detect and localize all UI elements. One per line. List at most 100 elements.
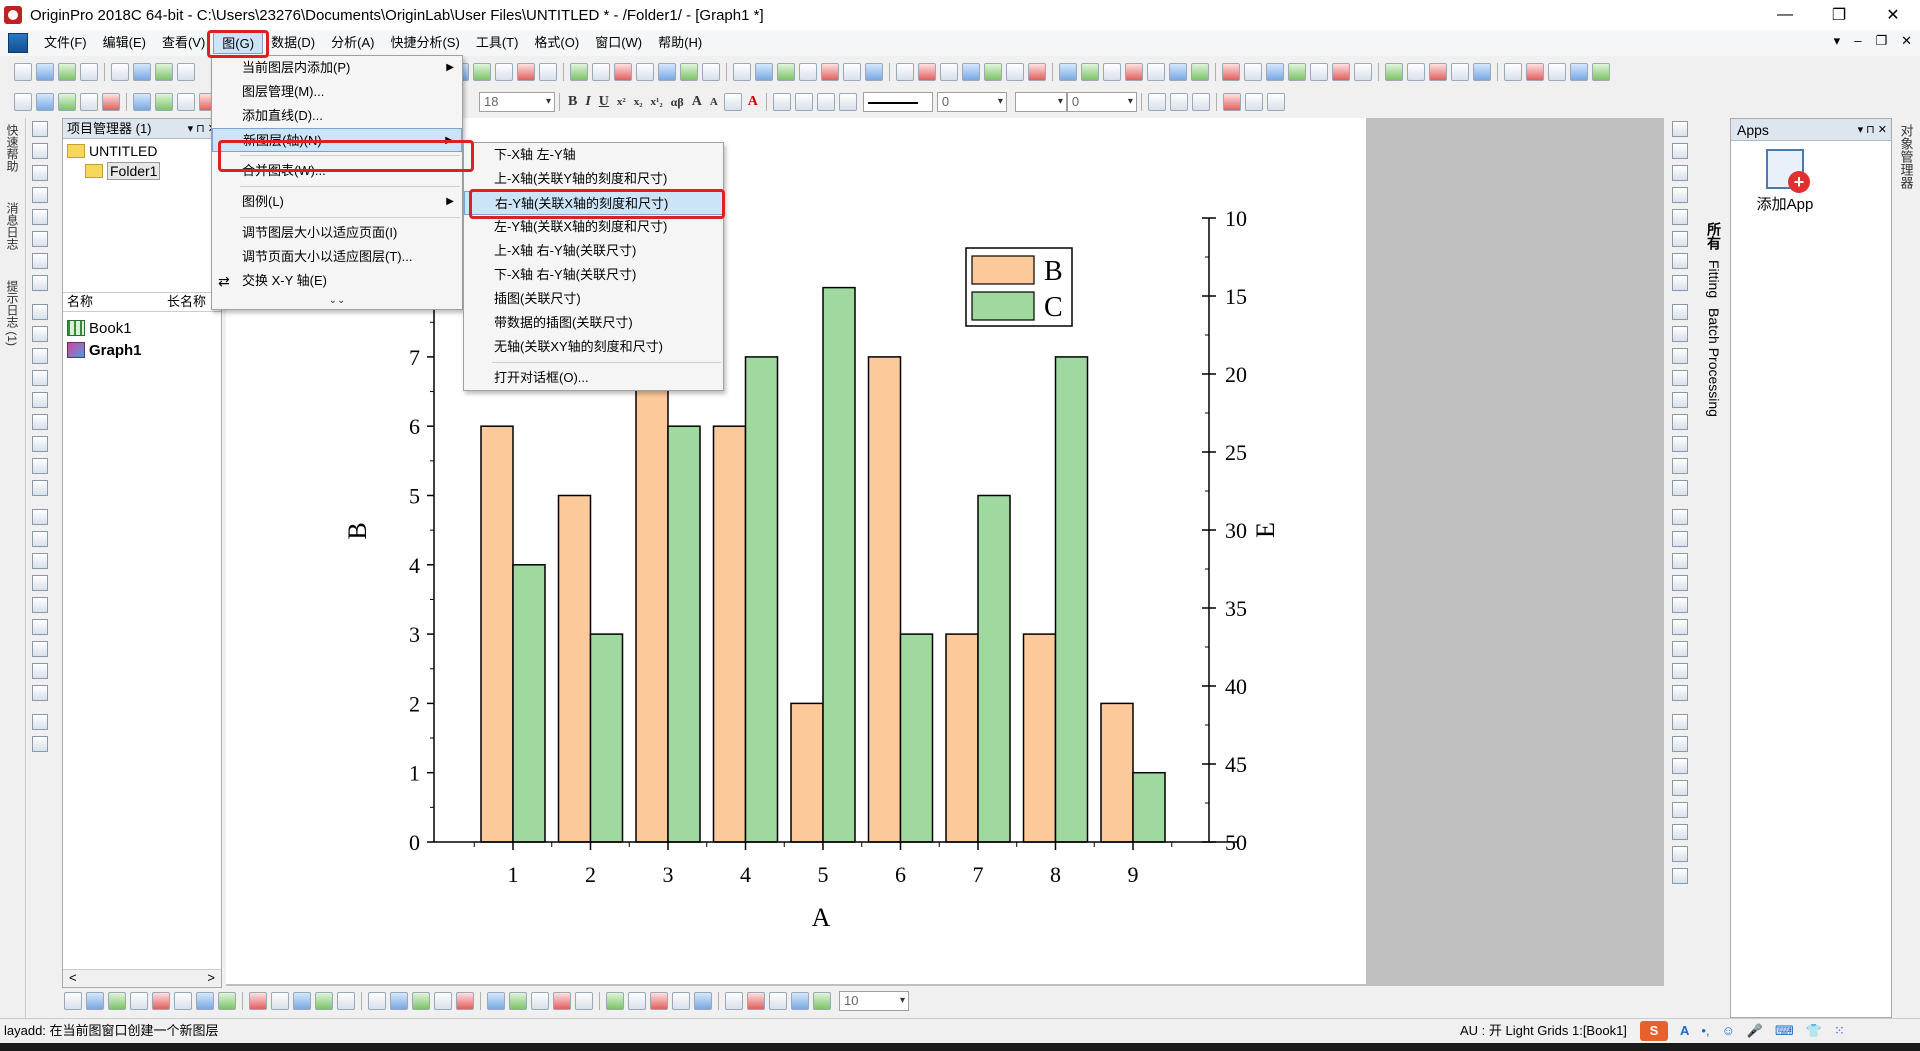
right-tool-icon[interactable]	[1672, 619, 1688, 635]
std2-tool-icon[interactable]	[1526, 63, 1544, 81]
apps-tab-fitting[interactable]: Fitting	[1706, 260, 1722, 298]
right-tool-icon[interactable]	[1672, 165, 1688, 181]
std2-tool-icon[interactable]	[1191, 63, 1209, 81]
std2-tool-icon[interactable]	[570, 63, 588, 81]
std2-tool-icon[interactable]	[1103, 63, 1121, 81]
lock-icon[interactable]	[1266, 93, 1285, 111]
std2-tool-icon[interactable]	[473, 63, 491, 81]
std2-tool-icon[interactable]	[1385, 63, 1403, 81]
std2-tool-icon[interactable]	[733, 63, 751, 81]
right-tool-icon[interactable]	[1672, 187, 1688, 203]
bottom-tool-icon[interactable]	[196, 992, 214, 1010]
file-row-book1[interactable]: Book1	[63, 317, 221, 339]
minimize-button[interactable]: —	[1758, 0, 1812, 30]
right-tool-icon[interactable]	[1672, 414, 1688, 430]
bottom-tool-icon[interactable]	[487, 992, 505, 1010]
left-tool-icon[interactable]	[32, 121, 48, 137]
std2-tool-icon[interactable]	[1266, 63, 1284, 81]
brightness-icon[interactable]	[838, 93, 857, 111]
right-tool-icon[interactable]	[1672, 458, 1688, 474]
bottom-tool-icon[interactable]	[553, 992, 571, 1010]
left-tool-icon[interactable]	[32, 414, 48, 430]
menu-item-8[interactable]: 格式(O)	[526, 32, 587, 54]
column-longname-header[interactable]: 长名称	[163, 293, 206, 311]
bottom-tool-icon[interactable]	[337, 992, 355, 1010]
apps-tab-all[interactable]: 所有	[1704, 222, 1724, 250]
bottom-tool-icon[interactable]	[390, 992, 408, 1010]
std2-tool-icon[interactable]	[865, 63, 883, 81]
new-layer-item-7[interactable]: 带数据的插图(关联尺寸)	[464, 311, 723, 335]
graph-menu-item-1[interactable]: 图层管理(M)...	[212, 80, 462, 104]
greek-button[interactable]: αβ	[671, 95, 684, 110]
bottom-tool-icon[interactable]	[650, 992, 668, 1010]
graph-menu-item-4[interactable]: 合并图表(W)...	[212, 159, 462, 183]
bottom-tool-icon[interactable]	[434, 992, 452, 1010]
std2-tool-icon[interactable]	[539, 63, 557, 81]
left-tool-icon[interactable]	[32, 275, 48, 291]
line-color-icon[interactable]	[816, 93, 835, 111]
bottom-tool-icon[interactable]	[218, 992, 236, 1010]
std2-tool-icon[interactable]	[843, 63, 861, 81]
expand-menu-chevron-icon[interactable]: ⌄⌄	[212, 293, 462, 309]
std-tool-icon[interactable]	[36, 63, 54, 81]
right-tool-icon[interactable]	[1672, 736, 1688, 752]
bottom-tool-icon[interactable]	[412, 992, 430, 1010]
std2-tool-icon[interactable]	[1125, 63, 1143, 81]
message-log-tab[interactable]: 消息日志	[4, 202, 21, 250]
italic-button[interactable]: I	[585, 94, 590, 110]
new-layer-item-5[interactable]: 下-X轴 右-Y轴(关联尺寸)	[464, 263, 723, 287]
zoom-combo[interactable]: 10	[839, 991, 909, 1011]
right-tool-icon[interactable]	[1672, 370, 1688, 386]
bottom-tool-icon[interactable]	[315, 992, 333, 1010]
line-width-combo[interactable]: 0	[936, 92, 1007, 112]
std-tool-icon[interactable]	[58, 63, 76, 81]
std2-tool-icon[interactable]	[680, 63, 698, 81]
bottom-tool-icon[interactable]	[672, 992, 690, 1010]
left-tool-icon[interactable]	[32, 663, 48, 679]
std-tool-icon[interactable]	[111, 63, 129, 81]
child-minimize-button[interactable]: –	[1854, 33, 1861, 49]
table-icon[interactable]	[1191, 93, 1210, 111]
left-tool-icon[interactable]	[32, 509, 48, 525]
apps-tab-batch[interactable]: Batch Processing	[1706, 308, 1722, 417]
menu-item-3[interactable]: 图(G)	[213, 32, 264, 54]
menu-item-9[interactable]: 窗口(W)	[587, 32, 650, 54]
graph-menu-item-0[interactable]: 当前图层内添加(P) ▶	[212, 56, 462, 80]
ime-emoji-icon[interactable]: ☺	[1722, 1019, 1735, 1043]
child-restore-button[interactable]: ❐	[1875, 33, 1887, 49]
left-tool-icon[interactable]	[32, 392, 48, 408]
right-tool-icon[interactable]	[1672, 480, 1688, 496]
window-control-icon[interactable]	[8, 33, 28, 53]
std2-tool-icon[interactable]	[702, 63, 720, 81]
menu-item-7[interactable]: 工具(T)	[468, 32, 527, 54]
right-tool-icon[interactable]	[1672, 685, 1688, 701]
graph-menu-item-6[interactable]: 调节图层大小以适应页面(I)	[212, 221, 462, 245]
std2-tool-icon[interactable]	[1570, 63, 1588, 81]
right-tool-icon[interactable]	[1672, 348, 1688, 364]
bottom-tool-icon[interactable]	[86, 992, 104, 1010]
font-size-combo[interactable]: 18	[479, 92, 555, 112]
right-tool-icon[interactable]	[1672, 143, 1688, 159]
std2-tool-icon[interactable]	[614, 63, 632, 81]
bottom-tool-icon[interactable]	[747, 992, 765, 1010]
column-name-header[interactable]: 名称	[63, 293, 163, 311]
scroll-left-arrow-icon[interactable]: <	[69, 970, 77, 987]
ime-lang-icon[interactable]: A	[1680, 1019, 1689, 1043]
increase-font-button[interactable]: A	[692, 94, 702, 110]
std2-tool-icon[interactable]	[1028, 63, 1046, 81]
add-app-button[interactable]: + 添加App	[1745, 149, 1825, 214]
menu-item-6[interactable]: 快捷分析(S)	[382, 32, 467, 54]
std2-tool-icon[interactable]	[918, 63, 936, 81]
right-tool-icon[interactable]	[1672, 846, 1688, 862]
ime-voice-icon[interactable]: 🎤	[1747, 1019, 1763, 1043]
left-tool-icon[interactable]	[32, 165, 48, 181]
right-tool-icon[interactable]	[1672, 509, 1688, 525]
fmt-tool-icon[interactable]	[102, 93, 120, 111]
std2-tool-icon[interactable]	[1147, 63, 1165, 81]
std2-tool-icon[interactable]	[1006, 63, 1024, 81]
right-tool-icon[interactable]	[1672, 392, 1688, 408]
left-tool-icon[interactable]	[32, 597, 48, 613]
object-manager-tab[interactable]: 对象管理器	[1897, 124, 1916, 189]
menu-item-4[interactable]: 数据(D)	[263, 32, 323, 54]
right-tool-icon[interactable]	[1672, 663, 1688, 679]
